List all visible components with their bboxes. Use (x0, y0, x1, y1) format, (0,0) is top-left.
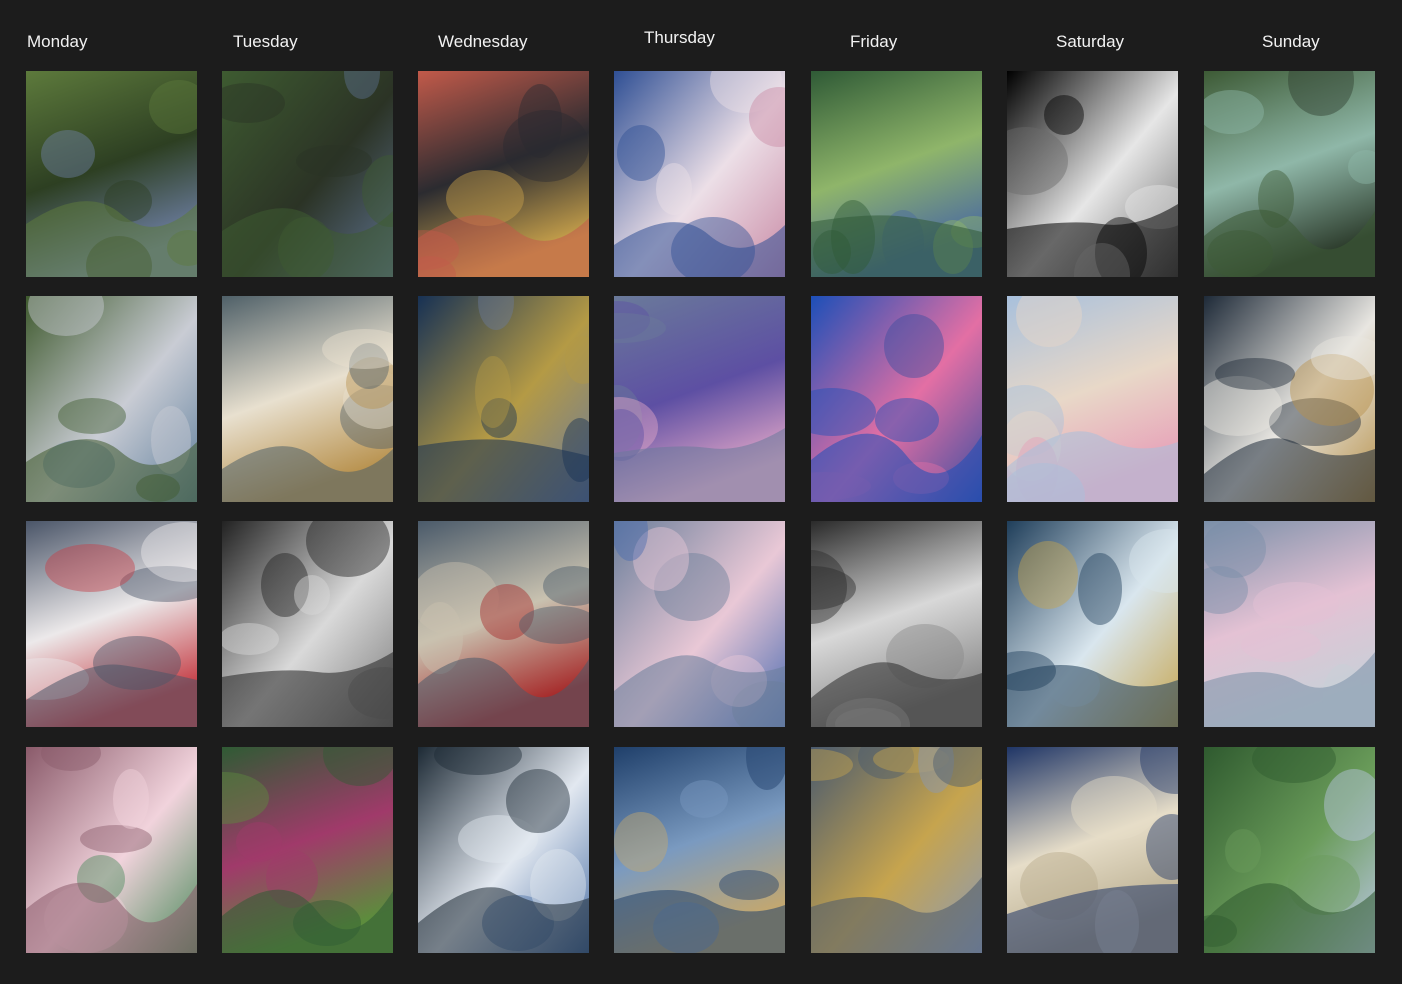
gallery-image-monday-1[interactable] (26, 71, 197, 277)
gallery-image-art (222, 296, 393, 502)
gallery-image-thursday-1[interactable] (614, 71, 785, 277)
gallery-image-wednesday-2[interactable] (418, 296, 589, 502)
day-label-wednesday: Wednesday (438, 32, 528, 51)
gallery-image-art (418, 71, 589, 277)
gallery-image-wednesday-3[interactable] (418, 521, 589, 727)
gallery-image-sunday-1[interactable] (1204, 71, 1375, 277)
gallery-image-art (418, 521, 589, 727)
gallery-image-saturday-2[interactable] (1007, 296, 1178, 502)
gallery-image-art (1204, 747, 1375, 953)
day-label-monday: Monday (27, 32, 88, 51)
gallery-image-thursday-4[interactable] (614, 747, 785, 953)
gallery-image-art (614, 747, 785, 953)
day-label-tuesday: Tuesday (233, 32, 298, 51)
gallery-image-art (811, 747, 982, 953)
gallery-image-monday-2[interactable] (26, 296, 197, 502)
gallery-image-friday-1[interactable] (811, 71, 982, 277)
gallery-image-sunday-4[interactable] (1204, 747, 1375, 953)
gallery-image-art (614, 296, 785, 502)
gallery-image-art (222, 71, 393, 277)
gallery-image-art (614, 71, 785, 277)
gallery-image-art (1007, 71, 1178, 277)
day-label-thursday: Thursday (644, 28, 715, 47)
gallery-image-art (26, 296, 197, 502)
gallery-image-art (811, 521, 982, 727)
gallery-image-saturday-1[interactable] (1007, 71, 1178, 277)
gallery-image-friday-4[interactable] (811, 747, 982, 953)
day-label-sunday: Sunday (1262, 32, 1320, 51)
gallery-image-art (614, 521, 785, 727)
gallery-image-art (26, 71, 197, 277)
gallery-image-friday-3[interactable] (811, 521, 982, 727)
gallery-image-art (1204, 296, 1375, 502)
gallery-image-art (1007, 296, 1178, 502)
gallery-image-art (26, 747, 197, 953)
gallery-image-art (1007, 747, 1178, 953)
gallery-image-art (26, 521, 197, 727)
gallery-image-art (1204, 71, 1375, 277)
gallery-image-art (811, 71, 982, 277)
gallery-image-monday-3[interactable] (26, 521, 197, 727)
gallery-image-art (222, 521, 393, 727)
gallery-image-wednesday-1[interactable] (418, 71, 589, 277)
gallery-image-art (811, 296, 982, 502)
gallery-image-monday-4[interactable] (26, 747, 197, 953)
gallery-image-wednesday-4[interactable] (418, 747, 589, 953)
gallery-image-thursday-2[interactable] (614, 296, 785, 502)
gallery-image-sunday-2[interactable] (1204, 296, 1375, 502)
gallery-image-tuesday-1[interactable] (222, 71, 393, 277)
gallery-image-sunday-3[interactable] (1204, 521, 1375, 727)
gallery-image-art (222, 747, 393, 953)
gallery-image-tuesday-3[interactable] (222, 521, 393, 727)
gallery-image-art (418, 296, 589, 502)
gallery-image-thursday-3[interactable] (614, 521, 785, 727)
gallery-image-saturday-4[interactable] (1007, 747, 1178, 953)
gallery-image-tuesday-4[interactable] (222, 747, 393, 953)
gallery-image-art (1204, 521, 1375, 727)
gallery-image-tuesday-2[interactable] (222, 296, 393, 502)
gallery-image-art (1007, 521, 1178, 727)
day-label-friday: Friday (850, 32, 898, 51)
gallery-image-saturday-3[interactable] (1007, 521, 1178, 727)
day-label-saturday: Saturday (1056, 32, 1125, 51)
gallery-image-art (418, 747, 589, 953)
gallery-image-friday-2[interactable] (811, 296, 982, 502)
